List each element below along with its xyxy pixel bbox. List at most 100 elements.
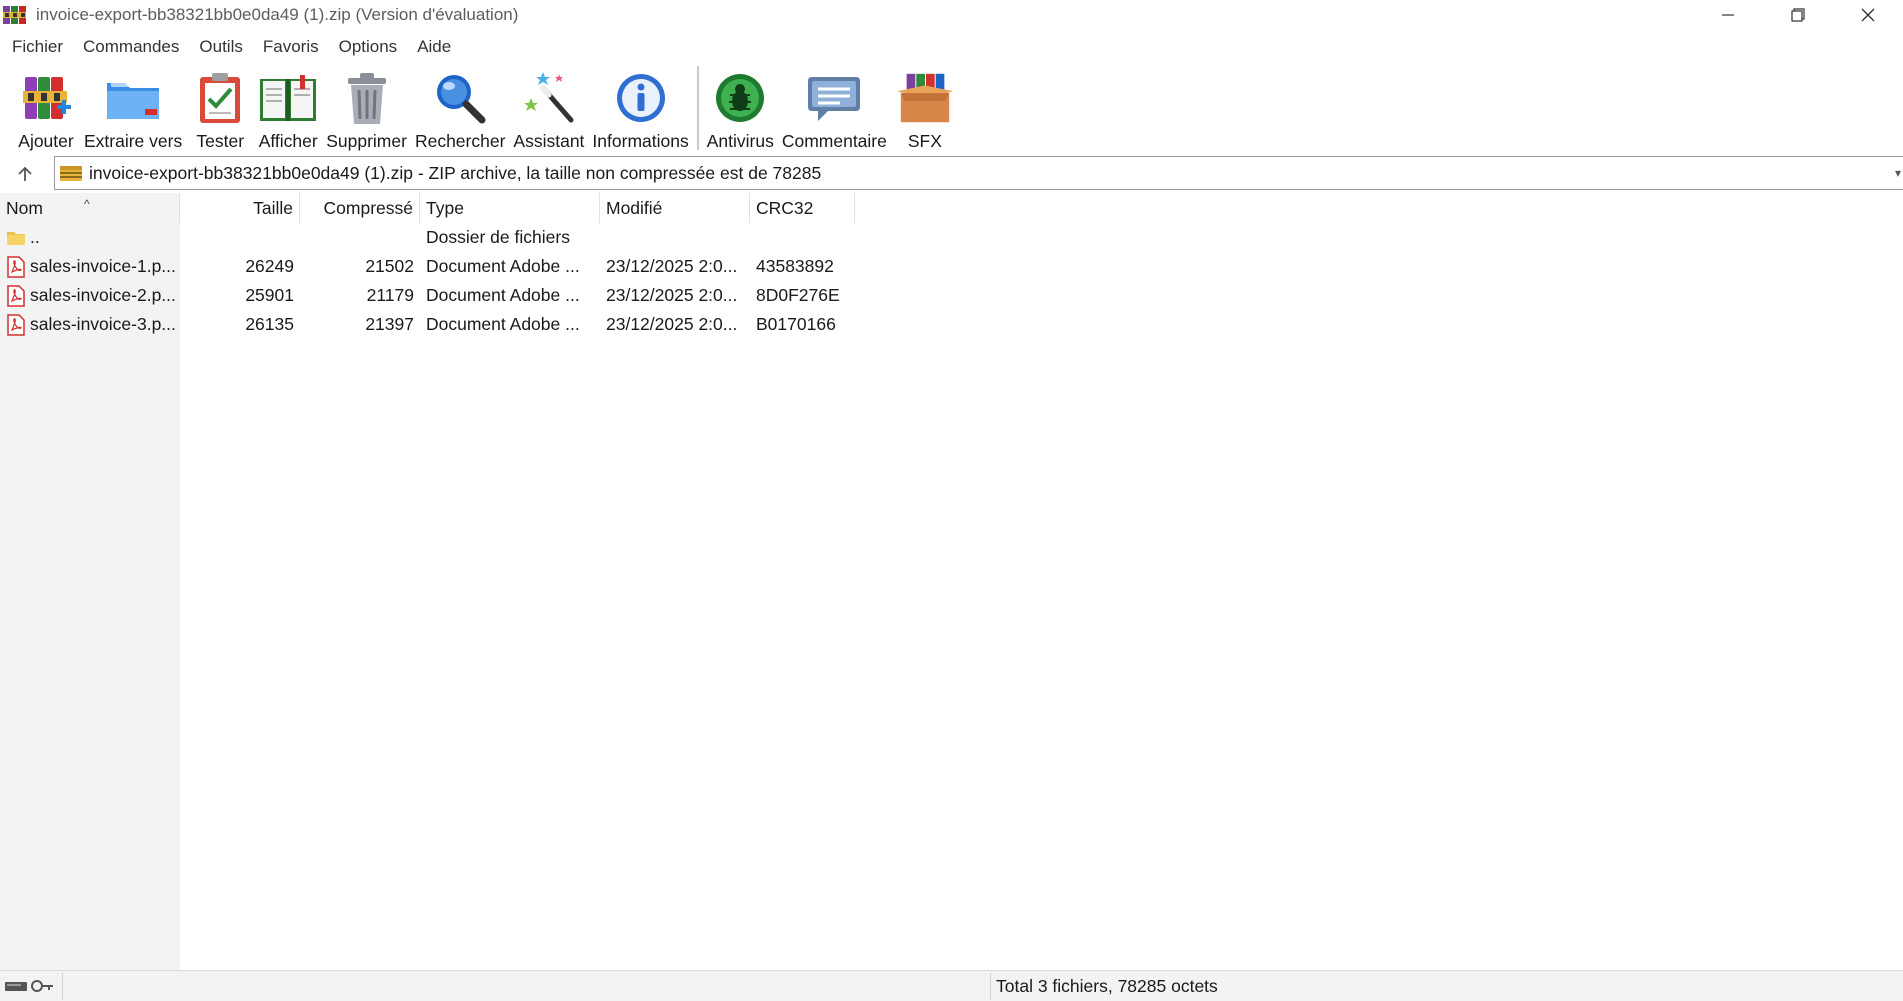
- menu-outils[interactable]: Outils: [189, 37, 252, 57]
- column-size-label: Taille: [253, 198, 293, 218]
- up-folder-button[interactable]: [0, 156, 50, 192]
- toolbar: Ajouter Extraire vers Tester Afficher Su…: [0, 64, 1903, 156]
- info-label: Informations: [592, 131, 689, 151]
- file-crc: B0170166: [756, 314, 836, 334]
- magnifier-icon: [437, 75, 486, 124]
- test-button[interactable]: Tester: [186, 64, 254, 154]
- file-modified: 23/12/2025 2:0...: [606, 314, 738, 334]
- minimize-icon: [1722, 14, 1734, 16]
- arrow-up-icon: [18, 166, 32, 181]
- sfx-box-icon: [896, 73, 953, 123]
- menu-aide[interactable]: Aide: [407, 37, 461, 57]
- antivirus-button[interactable]: Antivirus: [703, 64, 778, 154]
- comment-label: Commentaire: [781, 131, 887, 151]
- minimize-button[interactable]: [1693, 0, 1763, 30]
- file-name: sales-invoice-3.p...: [30, 314, 176, 334]
- comment-button[interactable]: Commentaire: [778, 64, 891, 154]
- info-button[interactable]: Informations: [588, 64, 692, 154]
- list-item-file[interactable]: sales-invoice-2.p... 25901 21179 Documen…: [0, 281, 855, 310]
- column-header-size[interactable]: Taille: [180, 193, 300, 223]
- file-packed: 21502: [365, 256, 414, 276]
- list-item-file[interactable]: sales-invoice-3.p... 26135 21397 Documen…: [0, 310, 855, 339]
- column-header-name[interactable]: Nom ^: [0, 193, 180, 223]
- address-text: invoice-export-bb38321bb0e0da49 (1).zip …: [89, 162, 822, 183]
- toolbar-separator: [696, 66, 699, 150]
- column-headers: Nom ^ Taille Compressé Type Modifié CRC3…: [0, 193, 855, 223]
- status-divider: [62, 973, 63, 1000]
- column-header-packed[interactable]: Compressé: [300, 193, 420, 223]
- antivirus-bug-icon: [716, 74, 765, 122]
- view-label: Afficher: [258, 131, 318, 151]
- file-size: 25901: [245, 285, 294, 305]
- column-header-crc[interactable]: CRC32: [750, 193, 855, 223]
- antivirus-label: Antivirus: [706, 131, 774, 151]
- trash-icon: [347, 73, 386, 124]
- column-packed-label: Compressé: [323, 198, 413, 218]
- test-clipboard-icon: [200, 73, 241, 123]
- extract-folder-icon: [107, 83, 160, 119]
- column-crc-label: CRC32: [756, 198, 814, 218]
- file-crc: 8D0F276E: [756, 285, 840, 305]
- window-title: invoice-export-bb38321bb0e0da49 (1).zip …: [36, 5, 519, 24]
- address-row: invoice-export-bb38321bb0e0da49 (1).zip …: [0, 156, 1903, 192]
- info-icon: [616, 74, 665, 122]
- menu-bar: Fichier Commandes Outils Favoris Options…: [0, 32, 461, 62]
- pdf-icon: [7, 256, 25, 278]
- add-archive-icon: [23, 77, 71, 119]
- file-name: sales-invoice-2.p...: [30, 285, 176, 305]
- sort-ascending-icon: ^: [84, 197, 90, 211]
- file-packed: 21179: [366, 285, 414, 305]
- file-type: Document Adobe ...: [426, 256, 580, 276]
- add-button[interactable]: Ajouter: [12, 64, 80, 154]
- file-crc: 43583892: [756, 256, 834, 276]
- pdf-icon: [7, 314, 25, 336]
- file-size: [180, 223, 294, 252]
- file-type: Document Adobe ...: [426, 314, 580, 334]
- file-modified: 23/12/2025 2:0...: [606, 256, 738, 276]
- add-label: Ajouter: [18, 131, 74, 151]
- status-divider: [990, 973, 991, 1000]
- restore-icon: [1791, 8, 1805, 22]
- pdf-icon: [7, 285, 25, 307]
- column-name-label: Nom: [6, 198, 43, 218]
- winrar-icon: [3, 6, 26, 24]
- sfx-label: SFX: [907, 131, 942, 151]
- status-summary: Total 3 fichiers, 78285 octets: [996, 976, 1218, 996]
- menu-favoris[interactable]: Favoris: [253, 37, 329, 57]
- menu-options[interactable]: Options: [329, 37, 408, 57]
- delete-button[interactable]: Supprimer: [322, 64, 411, 154]
- sfx-button[interactable]: SFX: [891, 64, 959, 154]
- extract-to-button[interactable]: Extraire vers: [80, 64, 186, 154]
- address-dropdown-icon[interactable]: ▾: [1895, 166, 1901, 180]
- file-crc: [756, 223, 855, 252]
- menu-commandes[interactable]: Commandes: [73, 37, 189, 57]
- file-name: sales-invoice-1.p...: [30, 256, 176, 276]
- folder-icon: [7, 232, 25, 245]
- file-size: 26249: [245, 256, 294, 276]
- menu-fichier[interactable]: Fichier: [2, 37, 73, 57]
- wizard-label: Assistant: [513, 131, 585, 151]
- delete-label: Supprimer: [326, 131, 407, 151]
- zip-archive-icon: [60, 166, 82, 181]
- file-type: Document Adobe ...: [426, 285, 580, 305]
- column-header-type[interactable]: Type: [420, 193, 600, 223]
- test-label: Tester: [196, 131, 245, 151]
- wizard-wand-icon: [523, 72, 574, 123]
- key-icon[interactable]: [30, 977, 54, 995]
- file-type: Dossier de fichiers: [426, 227, 570, 247]
- file-packed: [300, 223, 414, 252]
- list-item-parent-folder[interactable]: .. Dossier de fichiers: [0, 223, 855, 252]
- list-item-file[interactable]: sales-invoice-1.p... 26249 21502 Documen…: [0, 252, 855, 281]
- close-button[interactable]: [1833, 0, 1903, 30]
- file-name: ..: [30, 227, 40, 247]
- restore-button[interactable]: [1763, 0, 1833, 30]
- address-field[interactable]: invoice-export-bb38321bb0e0da49 (1).zip …: [54, 156, 1903, 190]
- view-book-icon: [260, 75, 317, 121]
- column-header-modified[interactable]: Modifié: [600, 193, 750, 223]
- view-button[interactable]: Afficher: [254, 64, 322, 154]
- drive-icon[interactable]: [4, 977, 28, 995]
- wizard-button[interactable]: Assistant: [509, 64, 588, 154]
- search-button[interactable]: Rechercher: [411, 64, 509, 154]
- status-bar: Total 3 fichiers, 78285 octets: [0, 970, 1903, 1001]
- file-size: 26135: [245, 314, 294, 334]
